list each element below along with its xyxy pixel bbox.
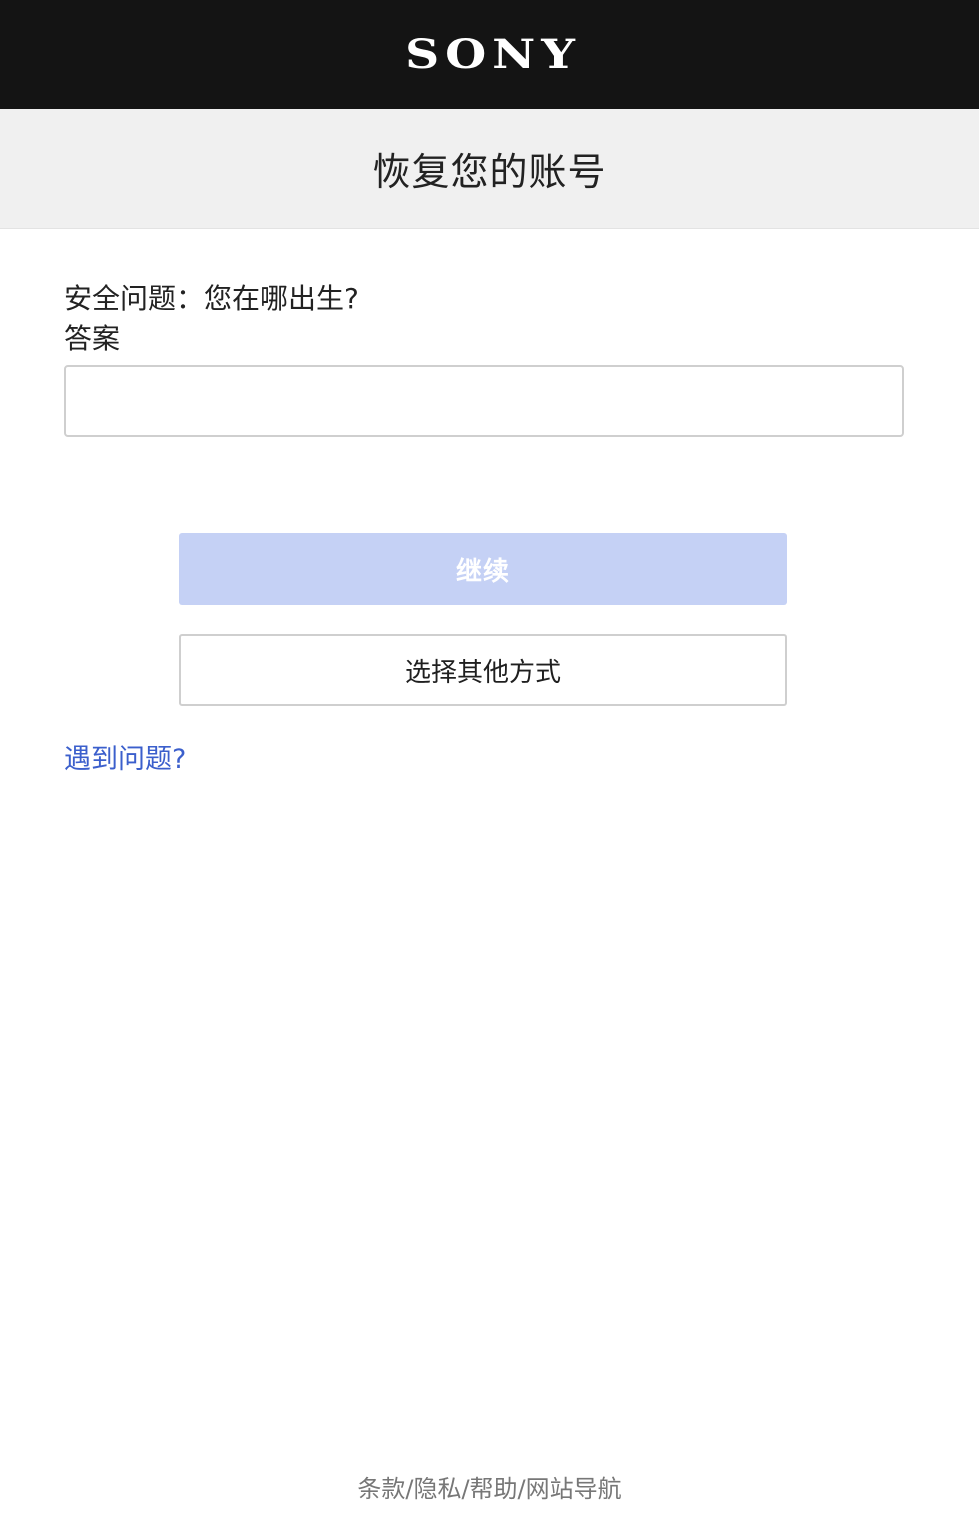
recovery-form: 安全问题：您在哪出生? 答案 [64, 229, 904, 437]
answer-input[interactable] [64, 365, 904, 437]
answer-label: 答案 [64, 322, 121, 355]
sony-logo[interactable]: SONY [398, 34, 581, 75]
footer: 条款/隐私/帮助/网站导航 [0, 1470, 979, 1508]
security-question: 安全问题：您在哪出生? [64, 282, 359, 315]
continue-button[interactable]: 继续 [179, 533, 787, 605]
footer-link-sitemap[interactable]: 网站导航 [526, 1475, 622, 1503]
page: SONY 恢复您的账号 安全问题：您在哪出生? 答案 继续 选择其他方式 遇到问… [0, 0, 979, 1517]
footer-link-help[interactable]: 帮助 [470, 1475, 518, 1503]
having-trouble-link[interactable]: 遇到问题? [64, 740, 186, 780]
footer-separator: / [461, 1475, 470, 1503]
choose-other-method-button[interactable]: 选择其他方式 [179, 634, 787, 706]
footer-link-terms[interactable]: 条款 [357, 1475, 405, 1503]
page-title: 恢复您的账号 [372, 150, 607, 194]
top-bar: SONY [0, 0, 979, 109]
footer-separator: / [517, 1475, 526, 1503]
title-band: 恢复您的账号 [0, 109, 979, 229]
footer-link-privacy[interactable]: 隐私 [413, 1475, 461, 1503]
